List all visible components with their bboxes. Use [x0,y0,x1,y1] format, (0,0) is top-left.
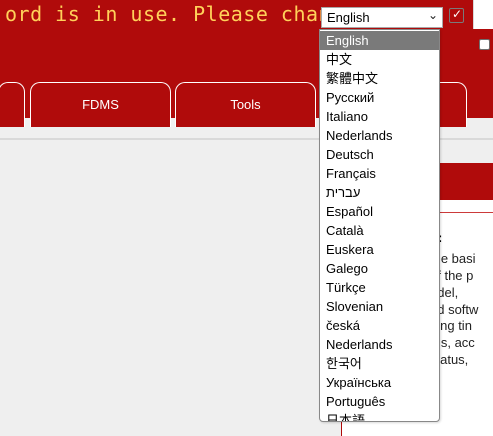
language-option-english[interactable]: English [320,31,439,50]
language-dropdown-list[interactable]: English 中文 繁體中文 Русский Italiano Nederla… [319,29,440,422]
tab-left-partial[interactable] [0,82,25,127]
language-option-slovenian[interactable]: Slovenian [320,297,439,316]
language-option-turkish[interactable]: Türkçe [320,278,439,297]
language-option-catalan[interactable]: Català [320,221,439,240]
language-option-portuguese[interactable]: Português [320,392,439,411]
language-option-ukrainian[interactable]: Українська [320,373,439,392]
language-option-chinese-simplified[interactable]: 中文 [320,50,439,69]
top-right-button[interactable] [473,0,493,29]
checkmark-icon: ✓ [452,7,463,21]
tab-tools[interactable]: Tools [175,82,316,127]
tab-fdms[interactable]: FDMS [30,82,171,127]
language-select[interactable]: English ⌄ [321,7,443,28]
language-option-basque[interactable]: Euskera [320,240,439,259]
language-option-french[interactable]: Français [320,164,439,183]
language-option-japanese[interactable]: 日本語 [320,411,439,421]
language-option-hebrew[interactable]: עברית [320,183,439,202]
tab-label: FDMS [82,97,119,112]
language-option-czech[interactable]: česká [320,316,439,335]
password-warning-text: ord is in use. Please change [5,2,357,26]
language-option-spanish[interactable]: Español [320,202,439,221]
language-option-dutch[interactable]: Nederlands [320,126,439,145]
option-checkbox[interactable] [479,39,490,50]
language-option-galician[interactable]: Galego [320,259,439,278]
language-option-italian[interactable]: Italiano [320,107,439,126]
chevron-down-icon: ⌄ [427,8,438,22]
language-option-chinese-traditional[interactable]: 繁體中文 [320,69,439,88]
language-option-korean[interactable]: 한국어 [320,354,439,373]
language-option-russian[interactable]: Русский [320,88,439,107]
tab-label: Tools [230,97,261,112]
language-option-dutch-2[interactable]: Nederlands [320,335,439,354]
language-checkbox[interactable]: ✓ [449,7,464,23]
language-option-german[interactable]: Deutsch [320,145,439,164]
language-select-value: English [327,10,370,25]
